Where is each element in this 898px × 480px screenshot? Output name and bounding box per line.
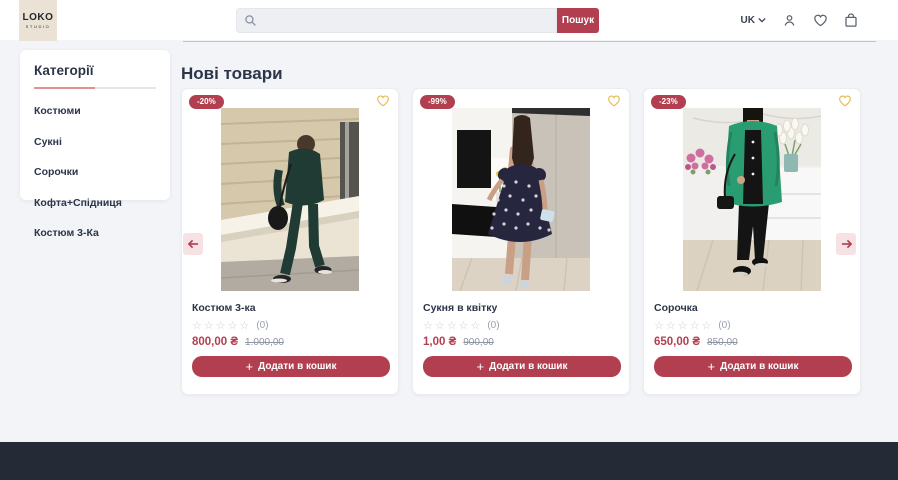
rating-count: (0) <box>487 320 499 331</box>
add-to-cart-label: Додати в кошик <box>258 361 336 372</box>
header-divider <box>183 41 876 42</box>
star-icons: ☆☆☆☆☆ <box>654 319 713 332</box>
header-actions: UK <box>741 0 858 40</box>
category-list: Костюми Сукні Сорочки Кофта+Спідниця Кос… <box>34 101 156 241</box>
arrow-left-icon <box>188 239 199 249</box>
product-title[interactable]: Костюм 3-ка <box>192 302 388 314</box>
footer <box>0 442 898 480</box>
category-item: Кофта+Спідниця <box>34 193 156 211</box>
search-input[interactable] <box>263 9 553 32</box>
price: 800,00 ₴ <box>192 336 238 348</box>
page-title: Нові товари <box>181 64 283 84</box>
star-icons: ☆☆☆☆☆ <box>423 319 482 332</box>
sidebar-title: Категорії <box>34 63 156 78</box>
product-photo[interactable] <box>452 108 590 291</box>
discount-badge: -23% <box>651 95 686 109</box>
wishlist-icon[interactable] <box>813 13 828 27</box>
page: LOKO STUDIO Пошук UK <box>0 0 898 480</box>
search-bar: Пошук <box>236 8 599 33</box>
add-to-cart-button[interactable]: + Додати в кошик <box>423 356 621 377</box>
product-title[interactable]: Сорочка <box>654 302 850 314</box>
favorite-heart-icon[interactable] <box>607 94 621 107</box>
plus-icon: + <box>477 360 485 373</box>
rating-count: (0) <box>718 320 730 331</box>
cart-icon[interactable] <box>844 13 858 28</box>
category-item: Костюми <box>34 101 156 119</box>
product-info: Костюм 3-ка ☆☆☆☆☆ (0) 800,00 ₴ 1.000,00 … <box>182 302 398 377</box>
arrow-right-icon <box>841 239 852 249</box>
product-card: -23% <box>643 88 861 395</box>
product-prices: 1,00 ₴ 900,00 <box>423 336 619 348</box>
carousel-prev-button[interactable] <box>183 233 203 255</box>
old-price: 1.000,00 <box>245 337 284 348</box>
sidebar-item-sorochky[interactable]: Сорочки <box>34 166 78 178</box>
price: 1,00 ₴ <box>423 336 456 348</box>
logo-text: LOKO <box>23 13 54 23</box>
category-item: Сорочки <box>34 162 156 180</box>
favorite-heart-icon[interactable] <box>838 94 852 107</box>
star-icons: ☆☆☆☆☆ <box>192 319 251 332</box>
add-to-cart-button[interactable]: + Додати в кошик <box>192 356 390 377</box>
product-prices: 800,00 ₴ 1.000,00 <box>192 336 388 348</box>
sidebar-item-sukni[interactable]: Сукні <box>34 136 62 148</box>
search-icon <box>244 14 257 32</box>
sidebar-item-kostium-3ka[interactable]: Костюм 3-Ка <box>34 227 99 239</box>
sidebar-item-kofta-spidnytsia[interactable]: Кофта+Спідниця <box>34 197 122 209</box>
favorite-heart-icon[interactable] <box>376 94 390 107</box>
old-price: 900,00 <box>463 337 494 348</box>
product-rating: ☆☆☆☆☆ (0) <box>192 319 388 332</box>
logo[interactable]: LOKO STUDIO <box>19 0 57 41</box>
rating-count: (0) <box>256 320 268 331</box>
plus-icon: + <box>708 360 716 373</box>
add-to-cart-button[interactable]: + Додати в кошик <box>654 356 852 377</box>
language-label: UK <box>741 15 755 26</box>
product-info: Сорочка ☆☆☆☆☆ (0) 650,00 ₴ 850,00 + Дода… <box>644 302 860 377</box>
account-icon[interactable] <box>782 13 797 28</box>
header: LOKO STUDIO Пошук UK <box>0 0 898 40</box>
price: 650,00 ₴ <box>654 336 700 348</box>
category-item: Костюм 3-Ка <box>34 223 156 241</box>
product-rating: ☆☆☆☆☆ (0) <box>654 319 850 332</box>
category-item: Сукні <box>34 132 156 150</box>
categories-sidebar: Категорії Костюми Сукні Сорочки Кофта+Сп… <box>20 50 170 200</box>
chevron-down-icon <box>758 15 766 26</box>
discount-badge: -99% <box>420 95 455 109</box>
product-info: Сукня в квітку ☆☆☆☆☆ (0) 1,00 ₴ 900,00 +… <box>413 302 629 377</box>
search-button[interactable]: Пошук <box>557 8 599 33</box>
add-to-cart-label: Додати в кошик <box>489 361 567 372</box>
old-price: 850,00 <box>707 337 738 348</box>
product-photo[interactable] <box>221 108 359 291</box>
product-prices: 650,00 ₴ 850,00 <box>654 336 850 348</box>
product-rating: ☆☆☆☆☆ (0) <box>423 319 619 332</box>
sidebar-item-kostiumy[interactable]: Костюми <box>34 105 81 117</box>
carousel-next-button[interactable] <box>836 233 856 255</box>
product-card: -99% <box>412 88 630 395</box>
logo-subtext: STUDIO <box>26 24 51 29</box>
add-to-cart-label: Додати в кошик <box>720 361 798 372</box>
product-photo[interactable] <box>683 108 821 291</box>
plus-icon: + <box>246 360 254 373</box>
product-title[interactable]: Сукня в квітку <box>423 302 619 314</box>
language-selector[interactable]: UK <box>741 15 766 26</box>
discount-badge: -20% <box>189 95 224 109</box>
sidebar-divider <box>34 87 156 89</box>
product-card: -20% <box>181 88 399 395</box>
